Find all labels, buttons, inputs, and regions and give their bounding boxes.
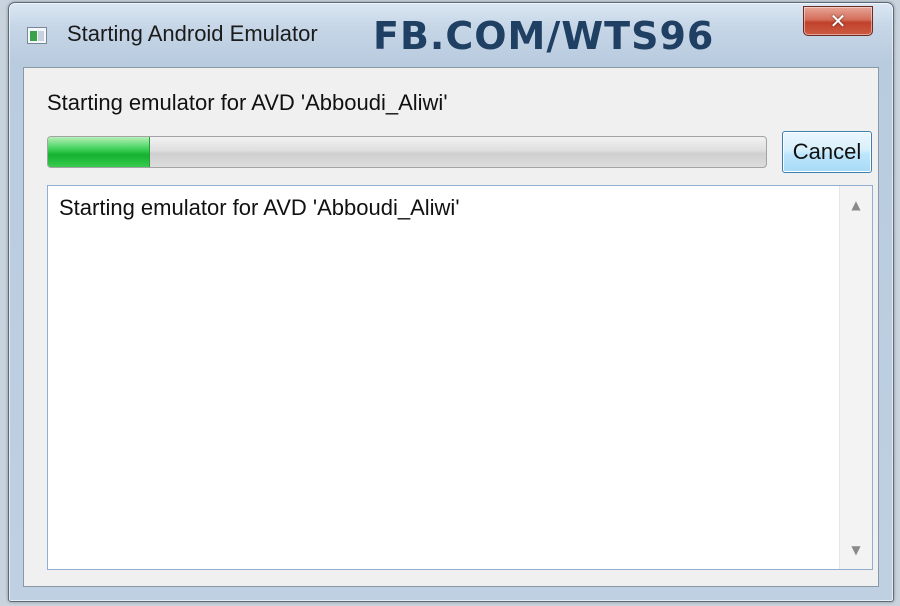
dialog-content: Starting emulator for AVD 'Abboudi_Aliwi… — [23, 67, 879, 587]
close-icon: ✕ — [829, 9, 847, 33]
cancel-button[interactable]: Cancel — [782, 131, 872, 173]
progress-fill — [48, 137, 150, 167]
log-output-area[interactable]: Starting emulator for AVD 'Abboudi_Aliwi… — [47, 185, 873, 570]
log-line: Starting emulator for AVD 'Abboudi_Aliwi… — [59, 195, 460, 220]
emulator-dialog-window: Starting Android Emulator FB.COM/WTS96 ✕… — [8, 2, 894, 602]
scroll-down-icon[interactable]: ▼ — [840, 535, 872, 565]
watermark-text: FB.COM/WTS96 — [373, 14, 715, 58]
progress-bar — [47, 136, 767, 168]
vertical-scrollbar[interactable]: ▲ ▼ — [839, 186, 872, 569]
close-button[interactable]: ✕ — [803, 6, 873, 36]
window-title: Starting Android Emulator — [67, 21, 318, 46]
android-emulator-icon — [27, 27, 47, 44]
title-bar[interactable]: Starting Android Emulator FB.COM/WTS96 ✕ — [9, 3, 893, 67]
status-label: Starting emulator for AVD 'Abboudi_Aliwi… — [47, 90, 448, 115]
scroll-up-icon[interactable]: ▲ — [840, 190, 872, 220]
